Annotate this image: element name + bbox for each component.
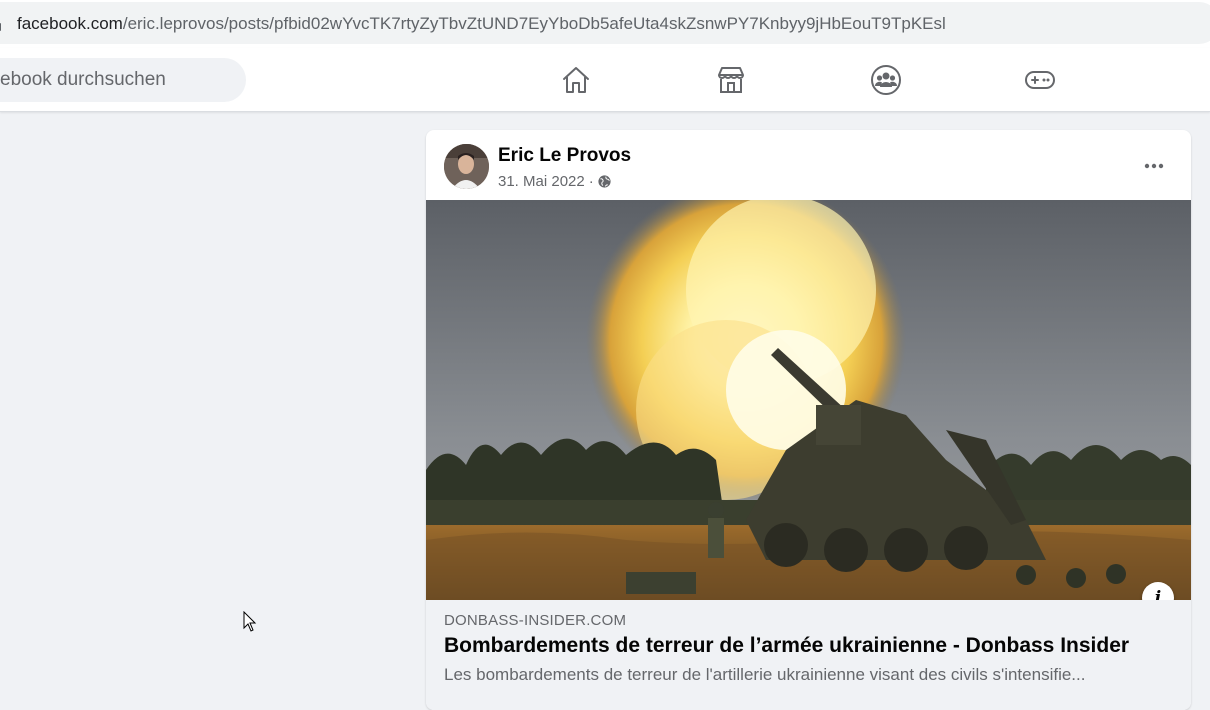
groups-icon[interactable]: [870, 64, 902, 96]
mouse-cursor-icon: [243, 611, 257, 632]
browser-address-bar: facebook.com/eric.leprovos/posts/pfbid02…: [0, 0, 1210, 48]
link-description: Les bombardements de terreur de l'artill…: [444, 665, 1086, 684]
facebook-top-nav: ebook durchsuchen: [0, 48, 1210, 112]
post-card: Eric Le Provos 31. Mai 2022 · i DONBASS-…: [426, 130, 1191, 710]
home-icon[interactable]: [560, 64, 592, 96]
url-text[interactable]: facebook.com/eric.leprovos/posts/pfbid02…: [17, 14, 946, 34]
post-author-name[interactable]: Eric Le Provos: [498, 145, 631, 167]
more-options-button[interactable]: [1136, 148, 1172, 184]
url-domain: facebook.com: [17, 14, 123, 33]
link-title[interactable]: Bombardements de terreur de l’armée ukra…: [444, 634, 1129, 658]
link-preview[interactable]: DONBASS-INSIDER.COM Bombardements de ter…: [426, 600, 1191, 710]
search-input[interactable]: ebook durchsuchen: [0, 58, 246, 102]
post-date[interactable]: 31. Mai 2022: [498, 173, 585, 190]
link-preview-image[interactable]: [426, 200, 1191, 600]
url-path: /eric.leprovos/posts/pfbid02wYvcTK7rtyZy…: [122, 14, 946, 33]
globe-icon[interactable]: [598, 175, 611, 188]
marketplace-icon[interactable]: [715, 64, 747, 96]
author-avatar[interactable]: [444, 144, 489, 189]
lock-icon[interactable]: [0, 17, 2, 31]
url-field[interactable]: facebook.com/eric.leprovos/posts/pfbid02…: [0, 2, 1210, 44]
post-meta: 31. Mai 2022 ·: [498, 173, 611, 190]
search-placeholder: ebook durchsuchen: [0, 69, 166, 90]
gaming-icon[interactable]: [1024, 64, 1056, 96]
link-domain: DONBASS-INSIDER.COM: [444, 612, 627, 629]
meta-separator: ·: [588, 173, 594, 190]
